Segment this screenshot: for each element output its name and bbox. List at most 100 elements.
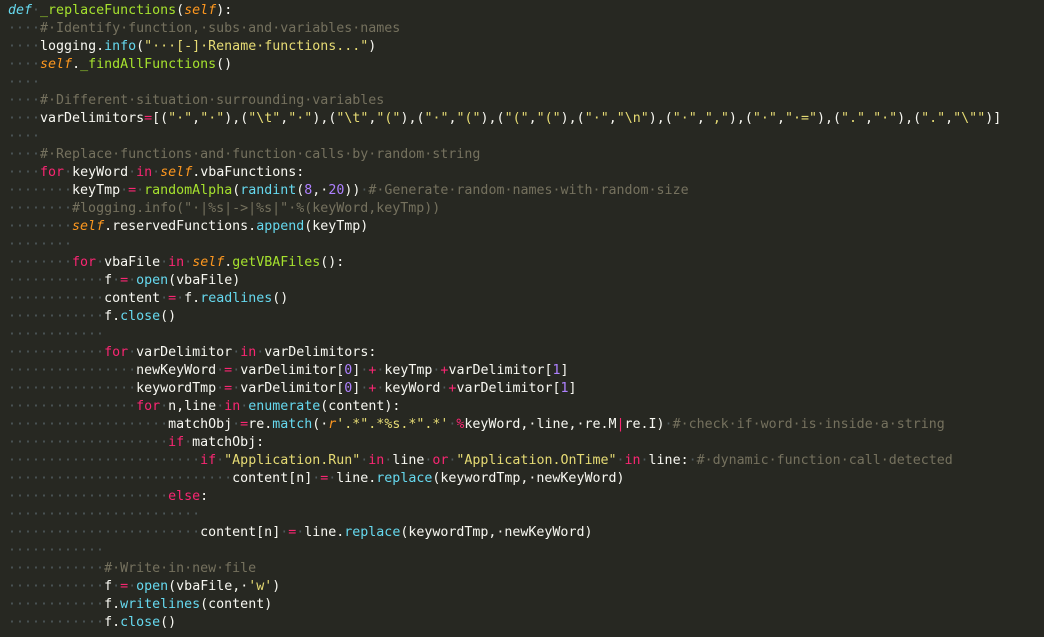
code-line[interactable]: ················keywordTmp·=·varDelimito… <box>0 380 1044 398</box>
code-text: ),( <box>897 111 922 126</box>
code-line[interactable]: ····························content[n]·=… <box>0 470 1044 488</box>
whitespace-marker: ············ <box>8 309 105 324</box>
code-line[interactable]: ························ <box>0 506 1044 524</box>
keyword-token: else <box>168 489 201 504</box>
code-line[interactable]: ············f.close() <box>0 614 1044 632</box>
code-line[interactable]: ····#·Replace·functions·and·function·cal… <box>0 146 1044 164</box>
code-text: vbaFile <box>104 255 161 270</box>
code-line[interactable]: ························content[n]·=·lin… <box>0 524 1044 542</box>
code-text: matchObj <box>168 417 233 432</box>
code-line[interactable]: ···· <box>0 128 1044 146</box>
code-editor[interactable]: def·_replaceFunctions(self): ····#·Identi… <box>0 0 1044 637</box>
whitespace-marker: ···· <box>8 165 41 180</box>
code-text: ) <box>368 39 377 54</box>
code-line[interactable]: ············f.writelines(content) <box>0 596 1044 614</box>
keyword-token: in <box>168 255 185 270</box>
whitespace-marker: · <box>616 453 625 468</box>
code-text: re.I) <box>624 417 665 432</box>
code-text: keyTmp <box>72 183 121 198</box>
code-line[interactable]: ········ <box>0 236 1044 254</box>
code-line[interactable]: ····#·Different·situation·surrounding·va… <box>0 92 1044 110</box>
code-line[interactable]: ····················if·matchObj: <box>0 434 1044 452</box>
builtin-call: open <box>136 579 169 594</box>
whitespace-marker: ···················· <box>8 417 169 432</box>
self-keyword: self <box>184 3 217 18</box>
code-text: varDelimitors: <box>264 345 377 360</box>
string-literal: "·=" <box>784 111 817 126</box>
code-text: ( <box>176 3 185 18</box>
code-text: keyTmp <box>384 363 433 378</box>
keyword-token: = <box>224 381 233 396</box>
whitespace-marker: ···· <box>8 129 41 144</box>
whitespace-marker: ························ <box>8 525 201 540</box>
whitespace-marker: ············ <box>8 291 105 306</box>
code-text: (): <box>320 255 345 270</box>
code-text: ) <box>272 579 281 594</box>
code-text: ): <box>216 3 233 18</box>
string-literal: "·" <box>752 111 777 126</box>
whitespace-marker: ···· <box>8 75 41 90</box>
code-text: ),( <box>648 111 673 126</box>
code-text: f. <box>104 615 121 630</box>
code-line[interactable]: def·_replaceFunctions(self): <box>0 2 1044 20</box>
keyword-token: | <box>616 417 625 432</box>
code-text: )) <box>344 183 361 198</box>
code-line[interactable]: ····for·keyWord·in·self.vbaFunctions: <box>0 164 1044 182</box>
string-literal: "\n" <box>616 111 649 126</box>
whitespace-marker: ···· <box>8 57 41 72</box>
code-text: varDelimitor[ <box>240 381 345 396</box>
keyword-token: if <box>168 435 185 450</box>
code-line[interactable]: ················newKeyWord·=·varDelimito… <box>0 362 1044 380</box>
code-line[interactable]: ····logging.info("···[-]·Rename·function… <box>0 38 1044 56</box>
code-line[interactable]: ························if·"Application.… <box>0 452 1044 470</box>
code-line[interactable]: ········for·vbaFile·in·self.getVBAFiles(… <box>0 254 1044 272</box>
code-text: f. <box>184 291 201 306</box>
keyword-token: = <box>224 363 233 378</box>
code-text: logging. <box>40 39 105 54</box>
code-line[interactable]: ····················matchObj·=re.match(·… <box>0 416 1044 434</box>
code-text: (content) <box>200 597 273 612</box>
code-text: (content): <box>320 399 401 414</box>
number-literal: 1 <box>552 363 561 378</box>
code-line[interactable]: ············f·=·open(vbaFile) <box>0 272 1044 290</box>
code-line[interactable]: ····················else: <box>0 488 1044 506</box>
code-line[interactable]: ············f.close() <box>0 308 1044 326</box>
keyword-token: for <box>104 345 129 360</box>
code-line[interactable]: ····varDelimitors=[("·","·"),("\t","·"),… <box>0 110 1044 128</box>
whitespace-marker: · <box>688 453 697 468</box>
code-line[interactable]: ···· <box>0 74 1044 92</box>
string-literal: "·" <box>168 111 193 126</box>
code-text: , <box>865 111 874 126</box>
builtin-call: match <box>272 417 313 432</box>
code-line[interactable]: ············content·=·f.readlines() <box>0 290 1044 308</box>
function-name: _findAllFunctions <box>80 57 217 72</box>
string-literal: "(" <box>456 111 481 126</box>
keyword-token: in <box>368 453 385 468</box>
code-line[interactable]: ············#·Write·in·new·file <box>0 560 1044 578</box>
code-line[interactable]: ········keyTmp·=·randomAlpha(randint(8,·… <box>0 182 1044 200</box>
code-line[interactable]: ············for·varDelimitor·in·varDelim… <box>0 344 1044 362</box>
code-text: f. <box>104 309 121 324</box>
whitespace-marker: ···················· <box>8 489 169 504</box>
code-text: f <box>104 273 113 288</box>
builtin-call: info <box>104 39 137 54</box>
code-text: : <box>200 489 209 504</box>
code-line[interactable]: ············ <box>0 326 1044 344</box>
code-line[interactable]: ····#·Identify·function,·subs·and·variab… <box>0 20 1044 38</box>
code-line[interactable]: ················for·n,line·in·enumerate(… <box>0 398 1044 416</box>
whitespace-marker: ···················· <box>8 435 169 450</box>
code-text: . <box>72 57 81 72</box>
code-line[interactable]: ············ <box>0 542 1044 560</box>
code-line[interactable]: ············f·=·open(vbaFile,·'w') <box>0 578 1044 596</box>
code-line[interactable]: ········self.reservedFunctions.append(ke… <box>0 218 1044 236</box>
builtin-call: replace <box>376 471 433 486</box>
code-line[interactable]: ····self._findAllFunctions() <box>0 56 1044 74</box>
code-text: keywordTmp <box>136 381 217 396</box>
code-line[interactable]: ········#logging.info("·|%s|->|%s|"·%(ke… <box>0 200 1044 218</box>
keyword-token: for <box>72 255 97 270</box>
whitespace-marker: · <box>184 255 193 270</box>
whitespace-marker: · <box>216 399 225 414</box>
code-text: varDelimitor[ <box>448 363 553 378</box>
builtin-call: readlines <box>200 291 273 306</box>
code-text: ] <box>560 363 569 378</box>
